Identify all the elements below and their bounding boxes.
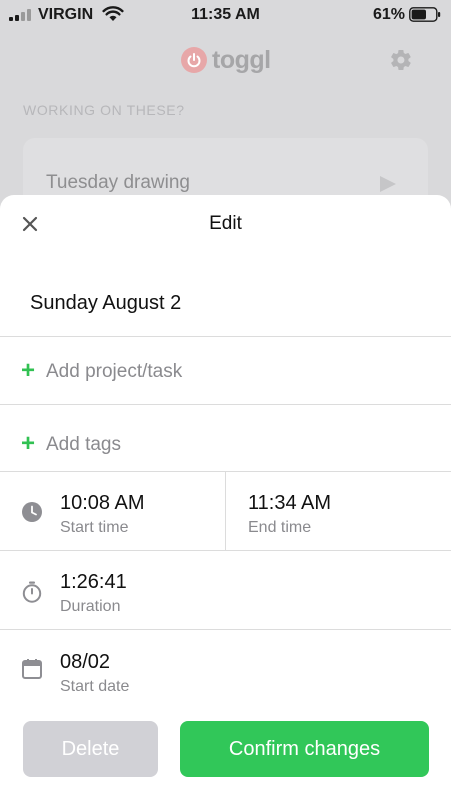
battery-fill xyxy=(411,9,426,20)
add-tags-label: Add tags xyxy=(46,434,121,455)
start-time-field[interactable]: 10:08 AM Start time xyxy=(60,491,145,537)
battery-icon xyxy=(409,7,441,22)
status-bar: VIRGIN 11:35 AM 61% xyxy=(0,0,451,30)
confirm-changes-button[interactable]: Confirm changes xyxy=(180,721,429,777)
duration-field[interactable]: 1:26:41 Duration xyxy=(60,570,127,616)
stopwatch-icon xyxy=(22,581,42,603)
divider xyxy=(0,404,451,405)
divider xyxy=(0,550,451,551)
end-time-field[interactable]: 11:34 AM End time xyxy=(248,491,331,537)
plus-icon: + xyxy=(21,430,36,457)
add-project-label: Add project/task xyxy=(46,361,183,382)
clock-icon xyxy=(22,502,42,522)
play-icon[interactable] xyxy=(380,176,396,192)
toggl-logo: toggl xyxy=(181,46,271,74)
background-app: toggl WORKING ON THESE? Tuesday drawing xyxy=(0,30,451,228)
sheet-title: Edit xyxy=(209,213,242,234)
plus-icon: + xyxy=(21,357,36,384)
entry-description[interactable]: Sunday August 2 xyxy=(30,292,181,315)
suggestion-title: Tuesday drawing xyxy=(46,172,190,193)
end-time-label: End time xyxy=(248,519,312,536)
start-time-label: Start time xyxy=(60,519,129,536)
edit-sheet: Edit Sunday August 2 + Add project/task … xyxy=(0,195,451,800)
battery-percentage: 61% xyxy=(372,6,405,23)
delete-button[interactable]: Delete xyxy=(23,721,158,777)
suggestions-heading: WORKING ON THESE? xyxy=(23,102,185,118)
start-time-value: 10:08 AM xyxy=(60,492,145,514)
vertical-divider xyxy=(225,472,226,550)
start-date-field[interactable]: 08/02 Start date xyxy=(60,650,129,696)
gear-icon[interactable] xyxy=(389,48,413,72)
divider xyxy=(0,336,451,337)
start-date-value: 08/02 xyxy=(60,651,111,673)
divider xyxy=(0,629,451,630)
add-project-row[interactable]: + Add project/task xyxy=(0,353,451,393)
duration-value: 1:26:41 xyxy=(60,571,127,593)
add-tags-row[interactable]: + Add tags xyxy=(0,426,451,466)
start-date-label: Start date xyxy=(60,678,130,695)
end-time-value: 11:34 AM xyxy=(248,492,332,514)
duration-label: Duration xyxy=(60,598,121,615)
toggl-logo-icon xyxy=(181,47,207,73)
calendar-icon xyxy=(22,659,42,679)
brand-name: toggl xyxy=(212,45,271,74)
